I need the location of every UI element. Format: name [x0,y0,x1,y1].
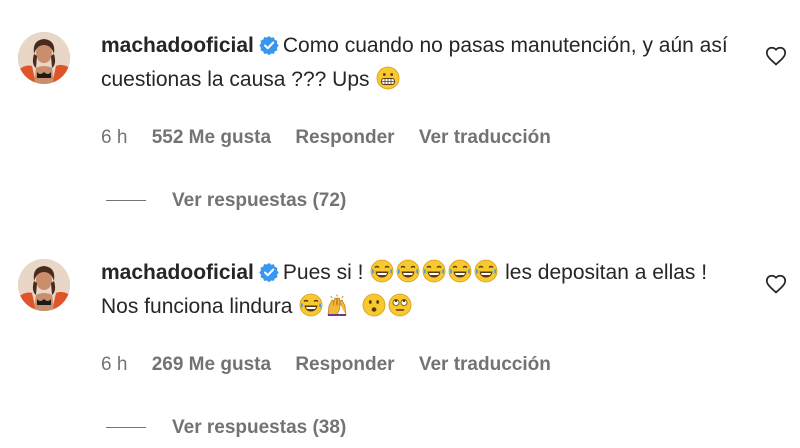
like-heart-icon[interactable] [765,273,787,295]
avatar-image [18,32,70,84]
raising-hands-emoji [325,293,349,317]
avatar[interactable] [18,32,70,84]
tears-of-joy-emoji [299,293,323,317]
translate-button[interactable]: Ver traducción [419,353,551,377]
tears-of-joy-emoji [422,259,446,283]
comment-username[interactable]: machadooficial [101,34,254,57]
translate-button[interactable]: Ver traducción [419,126,551,150]
rolling-eyes-emoji [388,293,412,317]
verified-badge-icon [259,35,279,55]
replies-divider [106,200,146,202]
tears-of-joy-emoji [448,259,472,283]
verified-badge-icon [259,262,279,282]
avatar-image [18,259,70,311]
tears-of-joy-emoji [370,259,394,283]
comment-likes[interactable]: 269 Me gusta [152,353,271,377]
tears-of-joy-emoji [474,259,498,283]
view-replies-label: Ver respuestas (38) [172,417,347,438]
comment-body: machadooficial Como cuando no pasas manut… [101,29,741,97]
view-replies-button[interactable]: Ver respuestas (72) [106,189,346,213]
view-replies-label: Ver respuestas (72) [172,190,347,211]
like-heart-icon[interactable] [765,45,787,67]
reply-button[interactable]: Responder [295,126,394,150]
hushed-face-emoji [362,293,386,317]
comment-body: machadooficial Pues si ! les depositan a … [101,256,741,324]
grimacing-face-emoji [376,66,400,90]
replies-divider [106,427,146,429]
comment-time: 6 h [101,354,128,375]
comment-likes[interactable]: 552 Me gusta [152,126,271,150]
comment-meta: 6 h 552 Me gusta Responder Ver traducció… [101,126,570,150]
avatar[interactable] [18,259,70,311]
comment-meta: 6 h 269 Me gusta Responder Ver traducció… [101,353,570,377]
reply-button[interactable]: Responder [295,353,394,377]
comment-text: Pues si ! [282,261,364,284]
comment-username[interactable]: machadooficial [101,261,254,284]
view-replies-button[interactable]: Ver respuestas (38) [106,416,346,440]
comment-time: 6 h [101,127,128,148]
tears-of-joy-emoji [396,259,420,283]
